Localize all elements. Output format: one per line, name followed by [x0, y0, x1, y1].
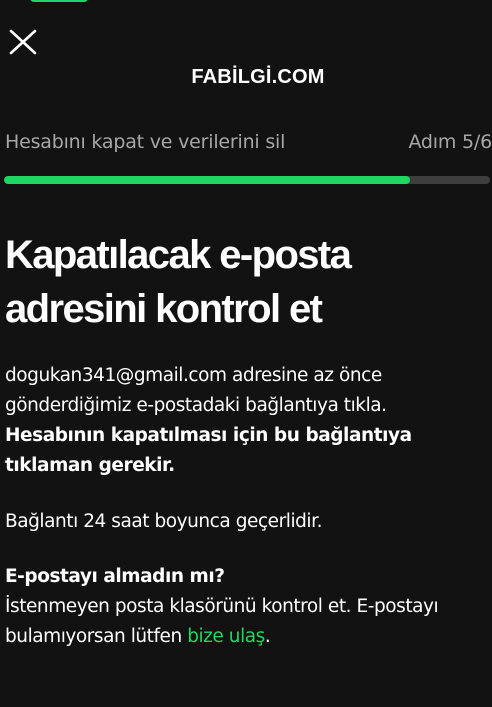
- progress-bar-fill: [4, 176, 410, 184]
- help-title: E-postayı almadın mı?: [5, 566, 225, 587]
- instruction-paragraph: dogukan341@gmail.com adresine az önce gö…: [5, 361, 491, 481]
- step-counter: Adım 5/6: [408, 131, 492, 153]
- instruction-text: dogukan341@gmail.com adresine az önce gö…: [5, 365, 387, 416]
- validity-text: Bağlantı 24 saat boyunca geçerlidir.: [5, 511, 322, 532]
- page-title: Kapatılacak e-posta adresini kontrol et: [5, 233, 352, 331]
- step-title: Hesabını kapat ve verilerini sil: [5, 131, 286, 153]
- instruction-bold-text: Hesabının kapatılması için bu bağlantıya…: [5, 425, 412, 476]
- contact-link[interactable]: bize ulaş: [187, 626, 265, 647]
- close-button[interactable]: [4, 26, 40, 58]
- watermark-text: FABİLGİ.COM: [191, 66, 325, 88]
- help-paragraph: E-postayı almadın mı? İstenmeyen posta k…: [5, 562, 491, 652]
- progress-bar: [4, 176, 490, 184]
- close-icon: [9, 29, 37, 55]
- top-pill-indicator: [30, 0, 88, 2]
- help-end-period: .: [264, 626, 271, 647]
